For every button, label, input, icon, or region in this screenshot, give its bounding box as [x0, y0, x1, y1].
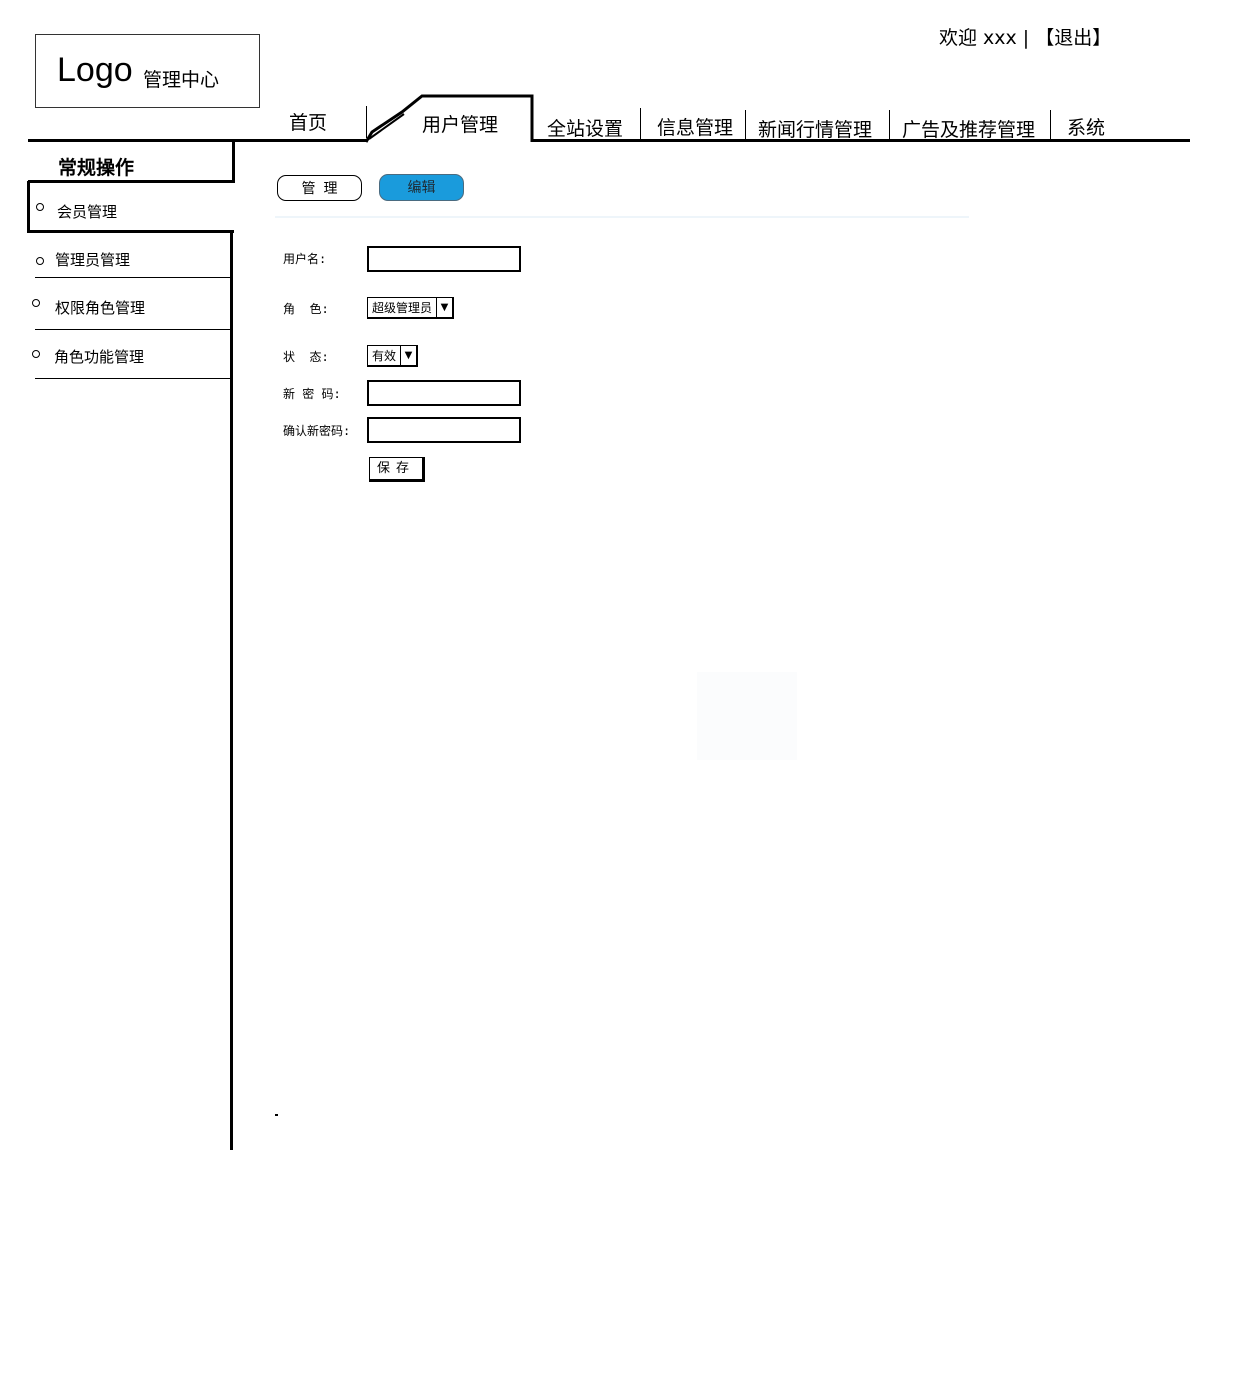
username-label: 用户名:: [283, 252, 327, 266]
welcome-separator: |: [1022, 27, 1030, 49]
bullet-icon: [32, 350, 40, 358]
sidebar-separator: [35, 329, 231, 330]
sidebar-title-border: [232, 141, 235, 183]
nav-divider: [1050, 110, 1051, 142]
dropdown-arrow-icon: ▼: [400, 346, 416, 365]
nav-divider: [889, 110, 890, 142]
sidebar-item-permission-role-management[interactable]: 权限角色管理: [55, 297, 145, 318]
welcome-text: 欢迎 xxx: [939, 27, 1017, 49]
tab-site-settings[interactable]: 全站设置: [547, 114, 623, 141]
welcome-bar: 欢迎 xxx | 【退出】: [939, 23, 1111, 50]
role-selected-value: 超级管理员: [372, 301, 433, 315]
nav-divider: [745, 110, 746, 142]
dropdown-arrow-icon: ▼: [436, 298, 452, 317]
bullet-icon: [32, 299, 40, 307]
tab-system[interactable]: 系统: [1067, 113, 1105, 140]
nav-divider: [640, 108, 641, 140]
role-select[interactable]: 超级管理员 ▼: [367, 297, 455, 319]
manage-button[interactable]: 管理: [277, 175, 362, 201]
status-select[interactable]: 有效 ▼: [367, 345, 419, 367]
edit-button[interactable]: 编辑: [379, 174, 464, 201]
confirm-password-label: 确认新密码:: [283, 424, 351, 438]
sidebar-item-role-function-management[interactable]: 角色功能管理: [54, 346, 144, 367]
tab-info-management[interactable]: 信息管理: [657, 113, 733, 140]
sidebar-separator: [35, 378, 231, 379]
new-password-input[interactable]: [367, 380, 521, 406]
sidebar-divider: [230, 232, 233, 1150]
sidebar-item-admin-management[interactable]: 管理员管理: [55, 249, 130, 270]
logout-link[interactable]: 【退出】: [1035, 27, 1111, 49]
logo-box: Logo 管理中心: [35, 34, 260, 108]
nav-divider: [366, 106, 367, 138]
username-input[interactable]: [367, 246, 521, 272]
bullet-icon: [36, 203, 44, 211]
status-selected-value: 有效: [372, 349, 397, 363]
tab-user-management[interactable]: 用户管理: [422, 110, 498, 137]
save-button[interactable]: 保存: [369, 457, 425, 482]
new-password-label: 新 密 码:: [283, 387, 341, 401]
logo-subtitle: 管理中心: [143, 69, 220, 91]
bullet-icon: [36, 257, 44, 265]
status-label: 状 态:: [283, 350, 329, 364]
toolbar-underline: [275, 216, 969, 218]
logo: Logo: [57, 51, 133, 89]
role-label: 角 色:: [283, 302, 329, 316]
stray-mark: [275, 1114, 278, 1116]
tab-news-market-management[interactable]: 新闻行情管理: [758, 115, 872, 142]
tab-home[interactable]: 首页: [289, 108, 327, 135]
sidebar-title: 常规操作: [58, 157, 135, 179]
sidebar-separator: [35, 277, 231, 278]
sidebar-item-label[interactable]: 会员管理: [57, 201, 117, 222]
confirm-password-input[interactable]: [367, 417, 521, 443]
background-artifact: [697, 672, 797, 760]
tab-ads-recommend-management[interactable]: 广告及推荐管理: [902, 115, 1035, 142]
